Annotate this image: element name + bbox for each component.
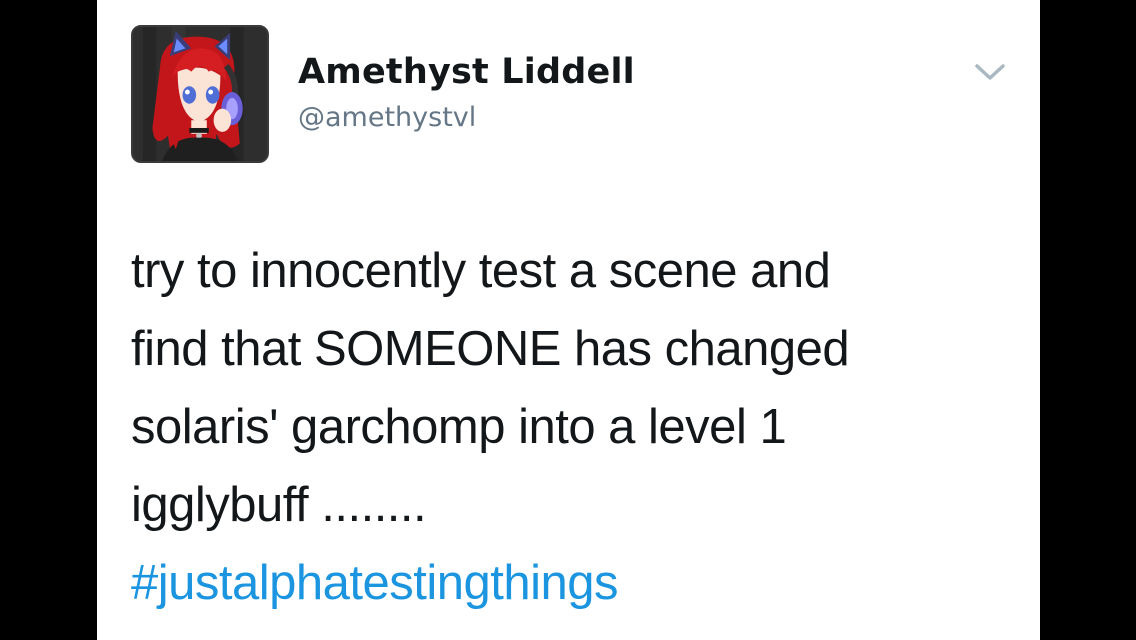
tweet-line: igglybuff ........	[131, 478, 427, 532]
avatar[interactable]	[131, 25, 269, 163]
tweet-line: try to innocently test a scene and	[131, 244, 831, 298]
tweet-line: solaris' garchomp into a level 1	[131, 400, 787, 454]
author-handle[interactable]: @amethystvl	[298, 102, 476, 133]
author-name[interactable]: Amethyst Liddell	[298, 52, 635, 92]
tweet-line: find that SOMEONE has changed	[131, 322, 850, 376]
hashtag-link[interactable]: #justalphatestingthings	[131, 544, 1011, 622]
tweet-card: Amethyst Liddell @amethystvl try to inno…	[97, 0, 1040, 640]
tweet-text: try to innocently test a scene and find …	[131, 232, 1011, 622]
avatar-illustration	[133, 27, 267, 161]
chevron-down-icon	[975, 64, 1005, 80]
tweet-menu-button[interactable]	[973, 60, 1007, 84]
